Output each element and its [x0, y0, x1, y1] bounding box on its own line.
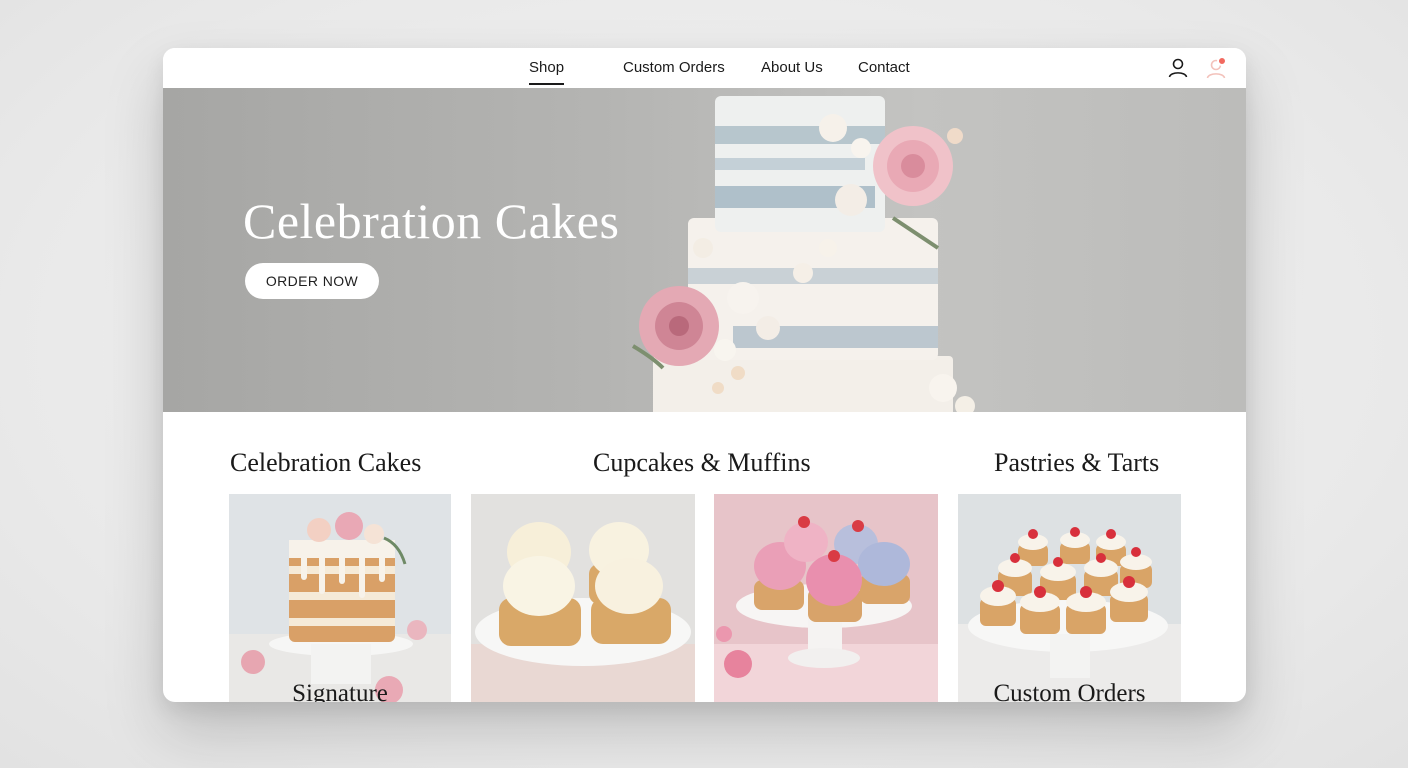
card-label-custom-orders: Custom Orders	[993, 680, 1146, 702]
tiered-cake-image	[631, 96, 975, 412]
product-card-cupcakes[interactable]	[471, 494, 695, 702]
card-label-signature: Signature	[292, 680, 388, 702]
product-card-muffins[interactable]	[714, 494, 938, 702]
drip-cake-image	[229, 494, 451, 702]
nav-item-shop[interactable]: Shop	[529, 58, 565, 85]
hero-title: Celebration Cakes	[243, 193, 620, 249]
mini-tarts-image	[958, 494, 1181, 702]
nav-item-about-us[interactable]: About Us	[761, 58, 823, 78]
order-now-button[interactable]: ORDER NOW	[245, 263, 379, 299]
category-title-pastries-tarts[interactable]: Pastries & Tarts	[994, 448, 1159, 478]
category-title-celebration-cakes[interactable]: Celebration Cakes	[230, 448, 421, 478]
product-card-custom-orders[interactable]: Custom Orders	[958, 494, 1181, 702]
vanilla-cupcakes-image	[471, 494, 695, 702]
cart-badge	[1217, 56, 1227, 66]
cart-button[interactable]	[1202, 54, 1230, 82]
user-icon	[1168, 58, 1188, 78]
pastel-cupcakes-image	[714, 494, 938, 702]
browser-window: Shop Custom Orders About Us Contact Cele…	[163, 48, 1246, 702]
product-card-signature[interactable]: Signature	[229, 494, 451, 702]
category-title-cupcakes-muffins[interactable]: Cupcakes & Muffins	[593, 448, 811, 478]
hero-banner: Celebration Cakes ORDER NOW	[163, 88, 1246, 412]
account-button[interactable]	[1164, 54, 1192, 82]
top-nav: Shop Custom Orders About Us Contact	[163, 48, 1246, 88]
nav-item-contact[interactable]: Contact	[858, 58, 910, 78]
nav-item-custom-orders[interactable]: Custom Orders	[623, 58, 725, 78]
